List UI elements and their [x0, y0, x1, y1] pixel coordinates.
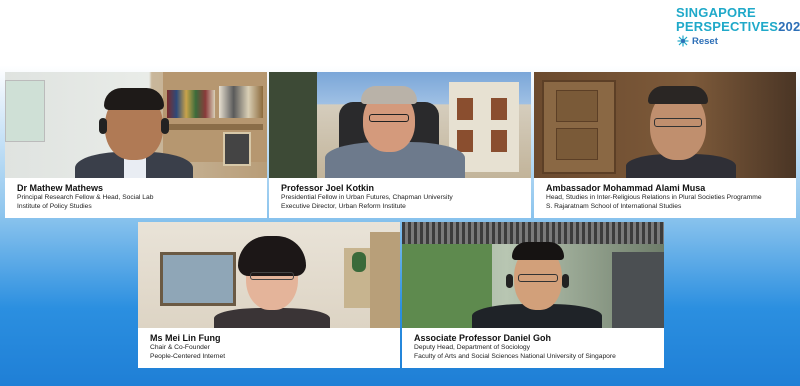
participant-name: Ms Mei Lin Fung: [150, 333, 221, 343]
participant-caption: Ms Mei Lin Fung Chair & Co-Founder Peopl…: [138, 328, 400, 368]
participant-affiliation: Institute of Policy Studies: [17, 202, 92, 210]
participant-tile-mathew-mathews[interactable]: Dr Mathew Mathews Principal Research Fel…: [5, 72, 267, 218]
participant-tile-joel-kotkin[interactable]: Professor Joel Kotkin Presidential Fello…: [269, 72, 531, 218]
video-feed: [138, 222, 400, 328]
logo-tagline: Reset: [677, 35, 718, 47]
participant-caption: Ambassador Mohammad Alami Musa Head, Stu…: [534, 178, 796, 218]
participant-name: Dr Mathew Mathews: [17, 183, 104, 193]
video-feed: [534, 72, 796, 178]
logo-line-1: SINGAPORE: [676, 5, 756, 20]
participant-affiliation: Faculty of Arts and Social Sciences Nati…: [414, 352, 616, 360]
participant-caption: Associate Professor Daniel Goh Deputy He…: [402, 328, 664, 368]
participant-title: Chair & Co-Founder: [150, 344, 210, 351]
video-feed: [269, 72, 531, 178]
participant-affiliation: S. Rajaratnam School of International St…: [546, 202, 682, 210]
participant-title: Deputy Head, Department of Sociology: [414, 344, 530, 351]
participant-tile-mei-lin-fung[interactable]: Ms Mei Lin Fung Chair & Co-Founder Peopl…: [138, 222, 400, 368]
participant-tile-alami-musa[interactable]: Ambassador Mohammad Alami Musa Head, Stu…: [534, 72, 796, 218]
logo-tag: Reset: [692, 35, 718, 47]
participant-affiliation: Executive Director, Urban Reform Institu…: [281, 202, 406, 210]
logo-year: 2021: [778, 19, 800, 34]
logo-perspectives: PERSPECTIVES: [676, 19, 779, 34]
participant-caption: Dr Mathew Mathews Principal Research Fel…: [5, 178, 267, 218]
sun-burst-icon: [677, 35, 689, 47]
participant-caption: Professor Joel Kotkin Presidential Fello…: [269, 178, 531, 218]
participant-title: Principal Research Fellow & Head, Social…: [17, 194, 154, 201]
video-feed: [402, 222, 664, 328]
participant-name: Professor Joel Kotkin: [281, 183, 375, 193]
participant-name: Ambassador Mohammad Alami Musa: [546, 183, 706, 193]
participant-affiliation: People-Centered Internet: [150, 352, 226, 360]
logo-line-2: PERSPECTIVES2021: [676, 19, 800, 34]
video-feed: [5, 72, 267, 178]
singapore-perspectives-logo: SINGAPORE PERSPECTIVES2021 Reset: [676, 5, 800, 50]
participant-tile-daniel-goh[interactable]: Associate Professor Daniel Goh Deputy He…: [402, 222, 664, 368]
participant-title: Presidential Fellow in Urban Futures, Ch…: [281, 194, 453, 201]
participant-name: Associate Professor Daniel Goh: [414, 333, 552, 343]
participant-title: Head, Studies in Inter-Religious Relatio…: [546, 194, 762, 201]
